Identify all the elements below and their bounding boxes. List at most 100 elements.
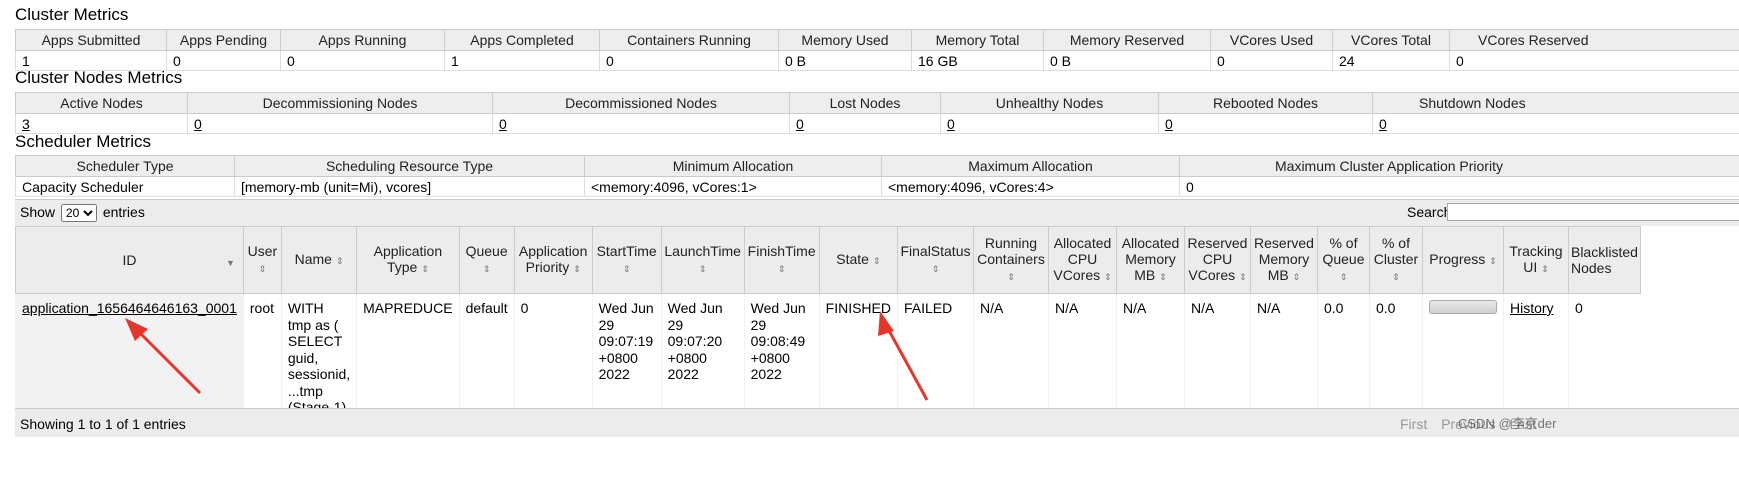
scheduler-metrics-table: Scheduler Type Scheduling Resource Type … (15, 155, 1739, 197)
show-label: Show (20, 204, 56, 220)
search-input[interactable] (1447, 203, 1739, 221)
header-shutdown-nodes: Shutdown Nodes (1372, 92, 1739, 114)
sort-icon: ⇕ (622, 264, 631, 274)
table-row: application_1656464646163_0001 root WITH… (15, 293, 1641, 416)
cluster-metrics-table: Apps Submitted Apps Pending Apps Running… (15, 29, 1739, 71)
header-apps-submitted: Apps Submitted (15, 29, 167, 51)
col-launch-time[interactable]: LaunchTime ⇕ (660, 226, 745, 294)
cell-name: WITH tmp as ( SELECT guid, sessionid, ..… (280, 293, 357, 416)
entries-per-page-select[interactable]: 20 (60, 204, 97, 222)
col-allocated-memory-mb[interactable]: Allocated Memory MB ⇕ (1115, 226, 1185, 294)
header-apps-completed: Apps Completed (444, 29, 600, 51)
sort-icon: ⇕ (482, 264, 491, 274)
sort-icon: ⇕ (1292, 272, 1301, 282)
col-tracking-ui[interactable]: Tracking UI ⇕ (1502, 226, 1569, 294)
col-running-containers[interactable]: Running Containers ⇕ (972, 226, 1049, 294)
tracking-ui-history-link[interactable]: History (1510, 300, 1554, 316)
link-active-nodes[interactable]: 3 (22, 116, 30, 132)
sort-icon: ⇕ (1159, 272, 1167, 282)
cell-user: root (242, 293, 282, 416)
cell-start-time: Wed Jun 29 09:07:19 +0800 2022 (591, 293, 662, 416)
header-rebooted-nodes: Rebooted Nodes (1158, 92, 1373, 114)
entries-info: Showing 1 to 1 of 1 entries (20, 416, 186, 432)
progress-bar (1428, 300, 1497, 314)
header-vcores-used: VCores Used (1210, 29, 1333, 51)
applications-table: ID ▼ User ⇕ Name ⇕ Application Type ⇕ Queu… (15, 226, 1641, 416)
link-rebooted-nodes[interactable]: 0 (1165, 116, 1173, 132)
value-scheduler-type: Capacity Scheduler (15, 176, 235, 197)
col-application-priority[interactable]: Application Priority ⇕ (513, 226, 593, 294)
cell-running-containers: N/A (972, 293, 1049, 416)
sort-icon: ⇕ (258, 264, 267, 274)
col-user[interactable]: User ⇕ (242, 226, 282, 294)
link-decommissioning-nodes[interactable]: 0 (194, 116, 202, 132)
scheduler-metrics-title: Scheduler Metrics (15, 132, 152, 151)
header-decommissioned-nodes: Decommissioned Nodes (492, 92, 790, 114)
header-memory-reserved: Memory Reserved (1043, 29, 1211, 51)
sort-icon: ⇕ (1104, 272, 1112, 282)
cell-finish-time: Wed Jun 29 09:08:49 +0800 2022 (743, 293, 820, 416)
header-memory-used: Memory Used (778, 29, 912, 51)
link-lost-nodes[interactable]: 0 (796, 116, 804, 132)
col-finish-time[interactable]: FinishTime ⇕ (743, 226, 820, 294)
col-blacklisted-nodes[interactable]: Blacklisted Nodes (1567, 226, 1641, 294)
value-vcores-reserved: 0 (1449, 50, 1739, 71)
col-state[interactable]: State ⇕ (818, 226, 898, 294)
cell-pct-cluster: 0.0 (1368, 293, 1423, 416)
link-shutdown-nodes[interactable]: 0 (1379, 116, 1387, 132)
sort-icon: ⇕ (335, 256, 344, 266)
watermark: CSDN @李京der (1458, 416, 1557, 431)
cell-reserved-cpu: N/A (1183, 293, 1251, 416)
col-pct-queue[interactable]: % of Queue ⇕ (1316, 226, 1370, 294)
value-memory-reserved: 0 B (1043, 50, 1211, 71)
header-scheduler-type: Scheduler Type (15, 155, 235, 177)
value-scheduling-resource-type: [memory-mb (unit=Mi), vcores] (234, 176, 585, 197)
sort-icon: ⇕ (1339, 272, 1348, 282)
sort-icon: ⇕ (698, 264, 707, 274)
value-vcores-used: 0 (1210, 50, 1333, 71)
col-pct-cluster[interactable]: % of Cluster ⇕ (1368, 226, 1423, 294)
col-reserved-memory-mb[interactable]: Reserved Memory MB ⇕ (1249, 226, 1318, 294)
header-containers-running: Containers Running (599, 29, 779, 51)
value-minimum-allocation: <memory:4096, vCores:1> (584, 176, 882, 197)
col-application-type[interactable]: Application Type ⇕ (356, 226, 460, 294)
cluster-metrics-title: Cluster Metrics (15, 5, 129, 24)
link-unhealthy-nodes[interactable]: 0 (947, 116, 955, 132)
sort-icon: ⇕ (1239, 272, 1247, 282)
cell-priority: 0 (513, 293, 593, 416)
col-allocated-cpu-vcores[interactable]: Allocated CPU VCores ⇕ (1047, 226, 1117, 294)
sort-icon: ⇕ (931, 264, 940, 274)
header-vcores-total: VCores Total (1332, 29, 1450, 51)
link-decommissioned-nodes[interactable]: 0 (499, 116, 507, 132)
cell-queue: default (458, 293, 515, 416)
value-memory-total: 16 GB (911, 50, 1044, 71)
header-decommissioning-nodes: Decommissioning Nodes (187, 92, 493, 114)
col-queue[interactable]: Queue ⇕ (458, 226, 515, 294)
cell-application-type: MAPREDUCE (356, 293, 460, 416)
col-name[interactable]: Name ⇕ (280, 226, 358, 294)
cell-allocated-memory: N/A (1115, 293, 1185, 416)
sort-icon: ⇕ (421, 264, 429, 274)
value-max-cluster-app-priority: 0 (1179, 176, 1739, 197)
value-containers-running: 0 (599, 50, 779, 71)
cell-state: FINISHED (818, 293, 898, 416)
value-apps-running: 0 (280, 50, 445, 71)
value-apps-pending: 0 (166, 50, 281, 71)
nodes-metrics-title: Cluster Nodes Metrics (15, 68, 183, 87)
col-final-status[interactable]: FinalStatus ⇕ (896, 226, 974, 294)
header-maximum-allocation: Maximum Allocation (881, 155, 1180, 177)
application-id-link[interactable]: application_1656464646163_0001 (22, 300, 237, 316)
col-reserved-cpu-vcores[interactable]: Reserved CPU VCores ⇕ (1183, 226, 1251, 294)
entries-label: entries (102, 204, 145, 220)
cell-reserved-memory: N/A (1249, 293, 1318, 416)
header-max-cluster-app-priority: Maximum Cluster Application Priority (1179, 155, 1739, 177)
sort-icon: ⇕ (1541, 264, 1549, 274)
col-id[interactable]: ID ▼ (15, 226, 244, 294)
value-vcores-total: 24 (1332, 50, 1450, 71)
first-page-button[interactable]: First (1400, 416, 1427, 432)
apps-table-toolbar: Show 20 entries Search: (15, 199, 1739, 226)
header-apps-running: Apps Running (280, 29, 445, 51)
col-start-time[interactable]: StartTime ⇕ (591, 226, 662, 294)
sort-icon: ⇕ (1007, 272, 1015, 282)
col-progress[interactable]: Progress ⇕ (1421, 226, 1504, 294)
